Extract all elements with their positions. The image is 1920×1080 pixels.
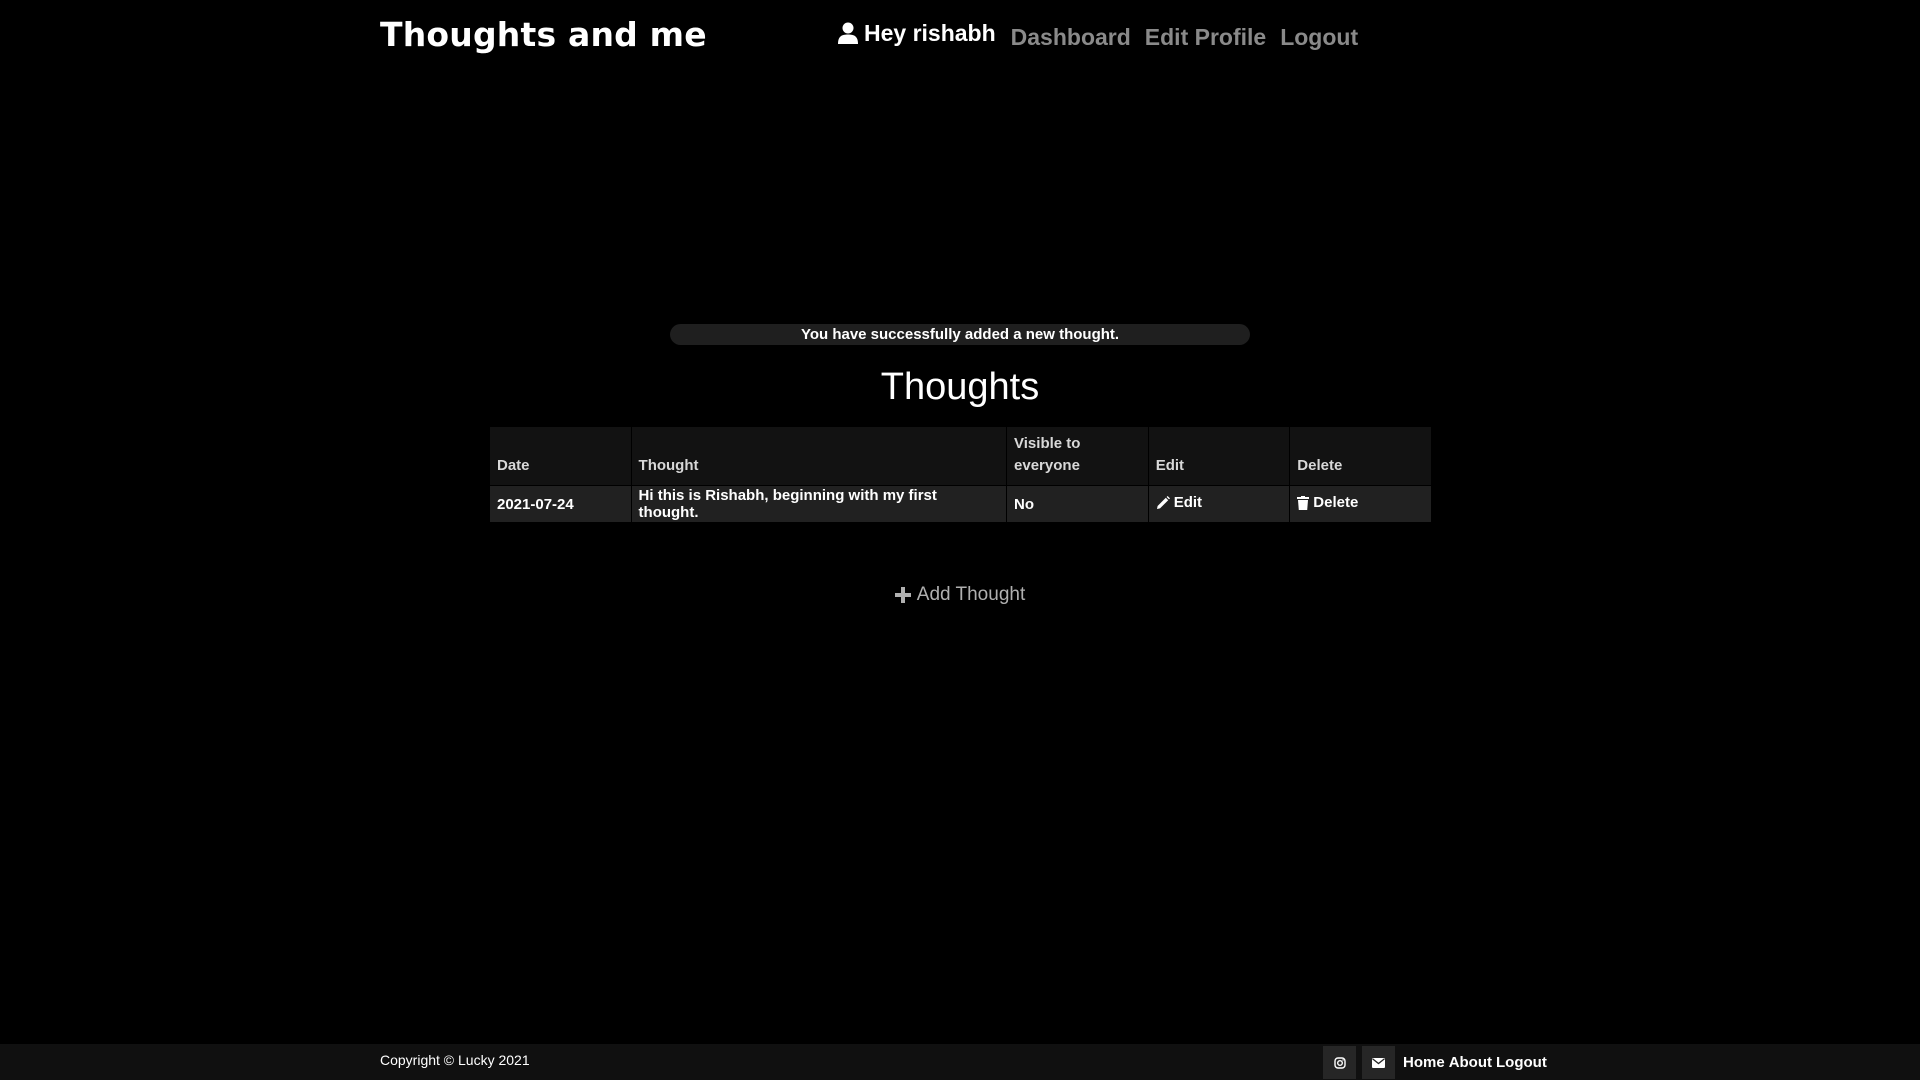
- top-nav: Hey rishabh Dashboard Edit Profile Logou…: [838, 16, 1365, 51]
- cell-thought: Hi this is Rishabh, beginning with my fi…: [631, 485, 1008, 522]
- add-thought-button[interactable]: Add Thought: [894, 584, 1026, 606]
- footer-link-logout[interactable]: Logout: [1496, 1054, 1547, 1071]
- header-visible-line2: everyone: [1014, 457, 1080, 474]
- site-footer: Copyright © Lucky 2021 Home About Logout: [0, 1044, 1920, 1080]
- user-greeting: Hey rishabh: [838, 20, 996, 47]
- footer-link-about[interactable]: About: [1449, 1054, 1492, 1071]
- table-row: 2021-07-24 Hi this is Rishabh, beginning…: [490, 485, 1431, 522]
- cell-visible: No: [1006, 485, 1149, 522]
- site-header: Thoughts and me Hey rishabh Dashboard Ed…: [0, 0, 1920, 80]
- delete-label: Delete: [1313, 494, 1359, 512]
- header-visible-line1: Visible to: [1014, 435, 1081, 452]
- copyright-text: Copyright © Lucky 2021: [380, 1052, 530, 1068]
- edit-button[interactable]: Edit: [1156, 494, 1202, 511]
- trash-icon: [1297, 495, 1310, 510]
- instagram-button[interactable]: [1323, 1046, 1356, 1079]
- cell-edit: Edit: [1148, 485, 1291, 522]
- header-thought: Thought: [631, 427, 1008, 486]
- pencil-icon: [1156, 495, 1170, 509]
- add-thought-container: Add Thought: [0, 584, 1920, 609]
- cell-delete: Delete: [1289, 485, 1431, 522]
- success-alert: You have successfully added a new though…: [670, 324, 1250, 345]
- edit-label: Edit: [1173, 494, 1203, 512]
- email-button[interactable]: [1362, 1046, 1395, 1079]
- user-icon: [838, 22, 858, 44]
- cell-date: 2021-07-24: [490, 485, 632, 522]
- footer-links: Home About Logout: [1403, 1054, 1551, 1071]
- delete-button[interactable]: Delete: [1297, 494, 1358, 511]
- nav-logout[interactable]: Logout: [1280, 24, 1358, 51]
- greeting-text: Hey rishabh: [864, 20, 996, 46]
- header-visible: Visible to everyone: [1006, 427, 1149, 486]
- envelope-icon: [1372, 1057, 1385, 1068]
- plus-icon: [894, 587, 911, 603]
- header-date: Date: [490, 427, 632, 486]
- page-title: Thoughts: [880, 366, 1040, 408]
- header-delete: Delete: [1289, 427, 1431, 486]
- nav-edit-profile[interactable]: Edit Profile: [1145, 24, 1266, 51]
- header-edit: Edit: [1148, 427, 1291, 486]
- brand-logo[interactable]: Thoughts and me: [380, 15, 707, 54]
- footer-right: Home About Logout: [1323, 1046, 1551, 1079]
- thoughts-table: Date Thought Visible to everyone Edit De…: [490, 427, 1431, 522]
- footer-link-home[interactable]: Home: [1403, 1054, 1445, 1071]
- table-header-row: Date Thought Visible to everyone Edit De…: [490, 427, 1431, 486]
- add-thought-label: Add Thought: [916, 584, 1026, 605]
- nav-dashboard[interactable]: Dashboard: [1011, 24, 1131, 51]
- instagram-icon: [1333, 1056, 1346, 1069]
